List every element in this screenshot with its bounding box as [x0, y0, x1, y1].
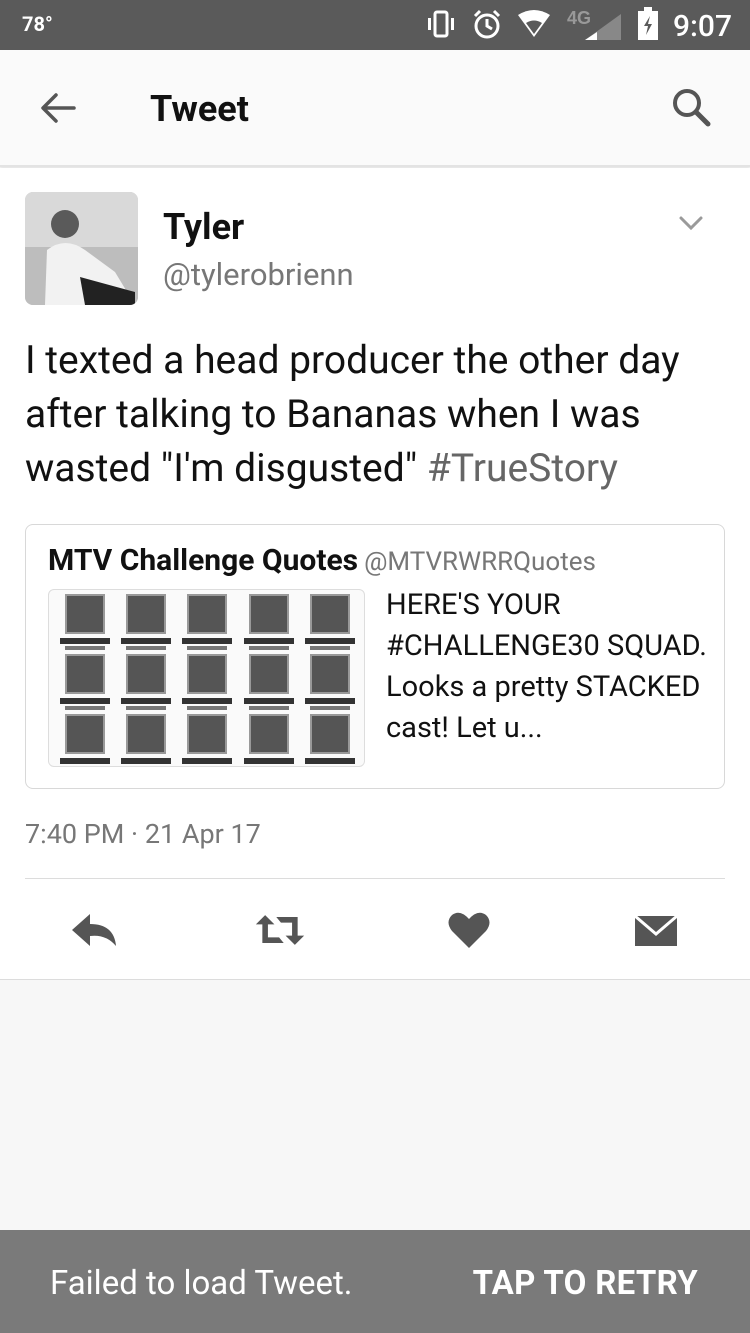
tweet-text: I texted a head producer the other day a… — [25, 333, 735, 495]
reply-icon[interactable] — [68, 906, 120, 954]
quoted-tweet-header: MTV Challenge Quotes @MTVRWRRQuotes — [48, 543, 596, 578]
quoted-handle: @MTVRWRRQuotes — [364, 547, 596, 577]
user-handle[interactable]: @tylerobrienn — [163, 256, 354, 293]
status-icons: 4G 9:07 — [425, 6, 732, 46]
avatar[interactable] — [25, 192, 138, 305]
status-bar: 78° 4G 9:07 — [0, 0, 750, 50]
network-label: 4G — [567, 8, 591, 28]
display-name[interactable]: Tyler — [163, 206, 244, 248]
page-title: Tweet — [150, 88, 249, 130]
temperature: 78° — [22, 12, 53, 36]
retry-button[interactable]: TAP TO RETRY — [473, 1264, 698, 1303]
app-header: Tweet — [0, 50, 750, 167]
tweet-timestamp: 7:40 PM · 21 Apr 17 — [25, 818, 261, 850]
quoted-tweet-card[interactable]: MTV Challenge Quotes @MTVRWRRQuotes HERE… — [25, 524, 725, 789]
quoted-tweet-text: HERE'S YOUR #CHALLENGE30 SQUAD. Looks a … — [386, 588, 707, 745]
cast-photo-grid — [55, 592, 360, 764]
wifi-icon — [517, 9, 551, 43]
quoted-tweet-image[interactable] — [48, 589, 365, 767]
error-snackbar: Failed to load Tweet. TAP TO RETRY — [0, 1230, 750, 1333]
quoted-display-name: MTV Challenge Quotes — [48, 543, 359, 578]
back-arrow-icon[interactable] — [38, 88, 78, 128]
divider — [25, 878, 725, 879]
battery-icon — [637, 7, 659, 45]
alarm-icon — [471, 8, 503, 44]
tweet-detail: Tyler @tylerobrienn I texted a head prod… — [0, 168, 750, 980]
chevron-down-icon[interactable] — [678, 214, 704, 232]
search-icon[interactable] — [670, 86, 712, 128]
snackbar-message: Failed to load Tweet. — [50, 1264, 353, 1303]
heart-icon[interactable] — [443, 906, 495, 954]
clock: 9:07 — [672, 8, 732, 44]
signal-icon: 4G — [565, 6, 623, 46]
vibrate-icon — [425, 8, 457, 44]
retweet-icon[interactable] — [254, 906, 306, 954]
tweet-actions — [0, 906, 750, 954]
hashtag-link[interactable]: #TrueStory — [427, 445, 618, 491]
envelope-icon[interactable] — [630, 906, 682, 954]
